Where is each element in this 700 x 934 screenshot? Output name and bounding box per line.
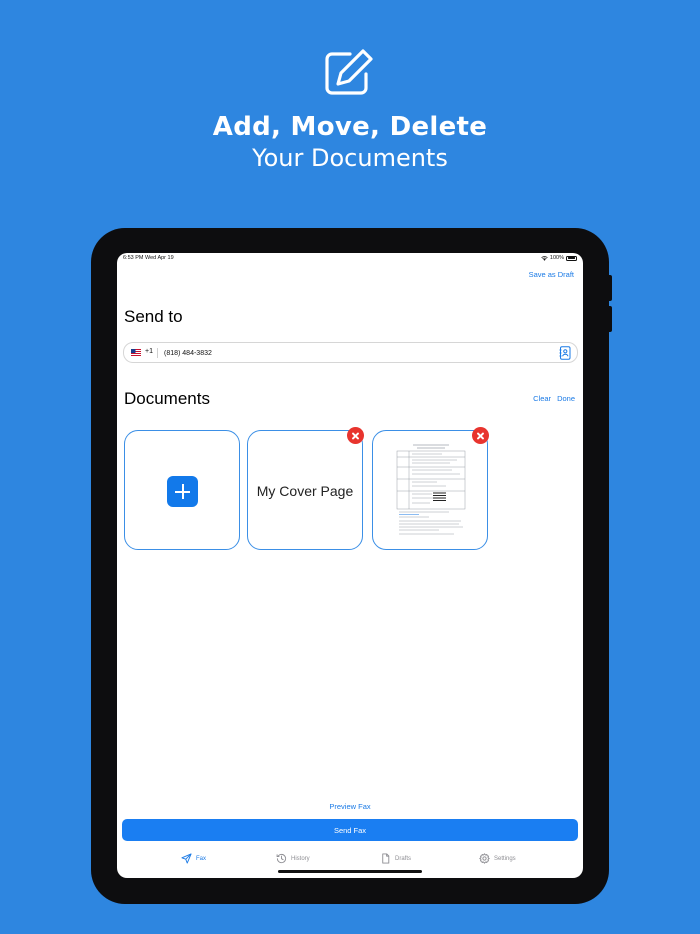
tab-settings[interactable]: Settings xyxy=(479,853,516,864)
tab-history-label: History xyxy=(291,855,310,862)
add-document-tile[interactable] xyxy=(124,430,240,550)
preview-fax-button[interactable]: Preview Fax xyxy=(117,802,583,811)
clear-button[interactable]: Clear xyxy=(533,394,551,403)
country-code[interactable]: +1 xyxy=(145,348,153,355)
phone-number-field[interactable]: +1 xyxy=(123,342,578,363)
edit-icon xyxy=(325,49,373,95)
phone-input[interactable] xyxy=(164,346,544,360)
app-screen: 6:53 PM Wed Apr 19 100% Save as Draft Se… xyxy=(117,253,583,878)
save-as-draft-button[interactable]: Save as Draft xyxy=(529,270,574,279)
cover-page-label: My Cover Page xyxy=(256,483,354,499)
send-fax-button[interactable]: Send Fax xyxy=(122,819,578,841)
send-to-heading: Send to xyxy=(124,307,183,326)
done-button[interactable]: Done xyxy=(557,394,575,403)
hero-title: Add, Move, Delete xyxy=(212,112,488,142)
wifi-icon xyxy=(541,255,548,261)
tab-settings-label: Settings xyxy=(494,855,516,862)
field-divider xyxy=(157,348,158,358)
home-indicator xyxy=(278,870,422,873)
volume-button xyxy=(608,275,612,301)
tab-bar: Fax History Drafts Settings xyxy=(117,853,583,869)
documents-actions: Clear Done xyxy=(533,394,575,403)
delete-cover-page-button[interactable] xyxy=(347,427,364,444)
tab-fax[interactable]: Fax xyxy=(181,853,206,864)
cover-page-tile[interactable]: My Cover Page xyxy=(247,427,364,550)
history-clock-icon xyxy=(276,854,287,864)
us-flag-icon[interactable] xyxy=(131,349,141,356)
document-tile[interactable] xyxy=(372,427,489,550)
document-icon xyxy=(382,853,390,864)
status-time: 6:53 PM Wed Apr 19 xyxy=(123,255,174,261)
hero-subtitle: Your Documents xyxy=(252,144,448,172)
add-plus-icon[interactable] xyxy=(167,476,198,507)
gear-icon xyxy=(479,853,490,864)
status-bar: 6:53 PM Wed Apr 19 100% xyxy=(123,255,577,265)
tab-history[interactable]: History xyxy=(276,853,310,864)
battery-percent: 100% xyxy=(549,255,564,261)
document-thumbnail xyxy=(396,444,466,535)
battery-icon xyxy=(566,255,577,261)
tab-fax-label: Fax xyxy=(196,855,207,862)
paper-plane-icon xyxy=(181,853,192,864)
contacts-book-icon[interactable] xyxy=(559,346,571,360)
tab-drafts[interactable]: Drafts xyxy=(380,853,411,864)
tab-drafts-label: Drafts xyxy=(395,855,412,862)
documents-heading: Documents xyxy=(124,389,210,408)
volume-button xyxy=(608,306,612,332)
delete-document-button[interactable] xyxy=(472,427,489,444)
